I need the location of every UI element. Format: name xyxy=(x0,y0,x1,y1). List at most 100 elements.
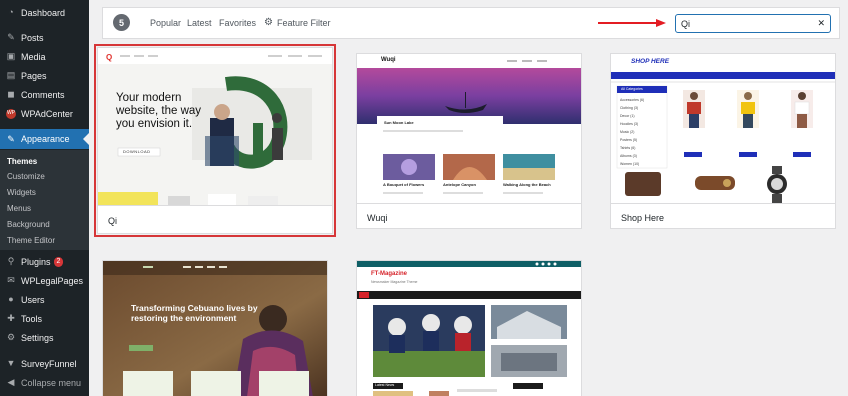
menu-dashboard[interactable]: ◔ Dashboard xyxy=(0,3,89,22)
menu-wpadcenter[interactable]: WP WPAdCenter xyxy=(0,104,89,123)
category-item: Clothing (3) xyxy=(620,106,639,110)
menu-collapse[interactable]: ◀ Collapse menu xyxy=(0,373,89,392)
menu-label: WPLegalPages xyxy=(21,275,84,286)
menu-pages[interactable]: ▤ Pages xyxy=(0,66,89,85)
clear-search-icon[interactable]: ✕ xyxy=(817,18,825,29)
legal-icon: ✉ xyxy=(7,275,15,285)
theme-card-ft-magazine[interactable]: FT-Magazine Newsmaker Magazine Theme Lat… xyxy=(356,260,582,396)
menu-surveyfunnel[interactable]: ▼ SurveyFunnel xyxy=(0,354,89,373)
category-item: Accessories (6) xyxy=(620,98,645,102)
wuqi-card-title-2: Antelope Canyon xyxy=(443,182,476,187)
menu-label: SurveyFunnel xyxy=(21,358,77,369)
submenu-themes[interactable]: Themes xyxy=(7,157,37,166)
theme-screenshot: Wuqi Sun Moon Lake A Bouquet of Flowers … xyxy=(357,54,581,203)
menu-label: Dashboard xyxy=(21,7,66,18)
tab-latest[interactable]: Latest xyxy=(187,18,212,28)
admin-sidebar: ◔ Dashboard ✎ Posts ▣ Media ▤ Pages ◼ Co… xyxy=(0,0,89,396)
menu-wplegalpages[interactable]: ✉ WPLegalPages xyxy=(0,271,89,290)
menu-users[interactable]: ● Users xyxy=(0,290,89,309)
pin-icon: ✎ xyxy=(7,32,15,42)
ft-magazine-tagline: Newsmaker Magazine Theme xyxy=(371,280,418,284)
submenu-theme-editor[interactable]: Theme Editor xyxy=(7,236,55,245)
menu-label: Media xyxy=(21,51,46,62)
feature-filter-button[interactable]: Feature Filter xyxy=(277,18,331,28)
appearance-submenu: Themes Customize Widgets Menus Backgroun… xyxy=(0,150,89,250)
category-item: Women (10) xyxy=(620,162,640,166)
theme-name: Qi xyxy=(108,216,117,226)
menu-label: Plugins xyxy=(21,256,51,267)
environment-preview-headline: Transforming Cebuano lives by restoring … xyxy=(131,303,258,323)
wuqi-card-title-1: A Bouquet of Flowers xyxy=(383,182,425,187)
search-box: ✕ xyxy=(675,14,831,33)
user-icon: ● xyxy=(8,294,14,304)
surveyfunnel-icon: ▼ xyxy=(6,358,16,368)
ft-magazine-brand: FT-Magazine xyxy=(371,271,408,277)
theme-name: Wuqi xyxy=(367,213,388,223)
menu-label: Comments xyxy=(21,89,65,100)
menu-appearance[interactable]: ✎ Appearance xyxy=(0,129,89,149)
menu-label: Pages xyxy=(21,70,47,81)
submenu-background[interactable]: Background xyxy=(7,220,50,229)
menu-label: WPAdCenter xyxy=(21,108,73,119)
submenu-widgets[interactable]: Widgets xyxy=(7,188,36,197)
theme-filter-bar: 5 Popular Latest Favorites ⚙ Feature Fil… xyxy=(102,7,840,39)
menu-label: Appearance xyxy=(21,134,70,144)
menu-tools[interactable]: ✚ Tools xyxy=(0,309,89,328)
plug-icon: ⚲ xyxy=(7,256,15,266)
comment-icon: ◼ xyxy=(7,89,15,99)
category-item: Hoodies (3) xyxy=(620,122,639,126)
settings-icon: ⚙ xyxy=(6,332,16,342)
menu-plugins[interactable]: ⚲ Plugins 2 xyxy=(0,252,89,271)
theme-screenshot: Q Your modern website, the way you envis… xyxy=(98,48,332,205)
shop-categories-list: Accessories (6) Clothing (3) Decor (1) H… xyxy=(620,96,644,168)
svg-text:Q: Q xyxy=(106,53,112,62)
tab-favorites[interactable]: Favorites xyxy=(219,18,256,28)
category-item: Tshirts (6) xyxy=(620,146,636,150)
menu-label: Settings xyxy=(21,332,54,343)
wpadcenter-logo: WP xyxy=(6,108,16,119)
menu-posts[interactable]: ✎ Posts xyxy=(0,28,89,47)
shop-here-preview-art xyxy=(611,54,835,203)
wuqi-preview-art xyxy=(357,54,581,203)
menu-settings[interactable]: ⚙ Settings xyxy=(0,328,89,347)
theme-screenshot: FT-Magazine Newsmaker Magazine Theme Lat… xyxy=(357,261,581,396)
shop-categories-title: All Categories xyxy=(621,87,643,91)
category-item: Posters (5) xyxy=(620,138,638,142)
theme-count: 5 xyxy=(113,14,130,31)
submenu-customize[interactable]: Customize xyxy=(7,172,45,181)
red-arrow-annotation xyxy=(598,19,666,27)
category-item: Music (2) xyxy=(620,130,635,134)
menu-comments[interactable]: ◼ Comments xyxy=(0,85,89,104)
theme-screenshot: Transforming Cebuano lives by restoring … xyxy=(103,261,327,396)
ft-magazine-latest-label: Latest News xyxy=(375,383,395,387)
theme-card-qi[interactable]: Q Your modern website, the way you envis… xyxy=(94,44,336,237)
dashboard-icon: ◔ xyxy=(8,7,14,17)
category-item: Decor (1) xyxy=(620,114,635,118)
media-icon: ▣ xyxy=(6,51,16,61)
search-input[interactable] xyxy=(676,15,814,32)
theme-screenshot: SHOP HERE All Categories Accessories (6)… xyxy=(611,54,835,203)
theme-name: Shop Here xyxy=(621,213,665,223)
category-item: Albums (3) xyxy=(620,154,637,158)
theme-card-footer: Shop Here xyxy=(611,203,835,228)
wuqi-card-title-3: Walking Along the Beach xyxy=(503,182,551,187)
collapse-icon: ◀ xyxy=(7,377,15,387)
theme-card-shop-here[interactable]: SHOP HERE All Categories Accessories (6)… xyxy=(610,53,836,229)
menu-label: Users xyxy=(21,294,45,305)
environment-preview-art xyxy=(103,261,327,396)
gear-icon[interactable]: ⚙ xyxy=(264,17,273,28)
tab-popular[interactable]: Popular xyxy=(150,18,181,28)
menu-label: Posts xyxy=(21,32,44,43)
theme-card-environment[interactable]: Transforming Cebuano lives by restoring … xyxy=(102,260,328,396)
pages-icon: ▤ xyxy=(6,70,16,80)
qi-preview-headline: Your modern website, the way you envisio… xyxy=(116,92,202,130)
theme-card-footer: Wuqi xyxy=(357,203,581,228)
shop-here-logo: SHOP HERE xyxy=(631,58,670,65)
wuqi-post-title: Sun Moon Lake xyxy=(384,120,414,125)
theme-card-wuqi[interactable]: Wuqi Sun Moon Lake A Bouquet of Flowers … xyxy=(356,53,582,229)
paintbrush-icon: ✎ xyxy=(7,133,15,144)
menu-label: Tools xyxy=(21,313,43,324)
submenu-menus[interactable]: Menus xyxy=(7,204,31,213)
update-count-badge: 2 xyxy=(53,256,64,267)
menu-media[interactable]: ▣ Media xyxy=(0,47,89,66)
